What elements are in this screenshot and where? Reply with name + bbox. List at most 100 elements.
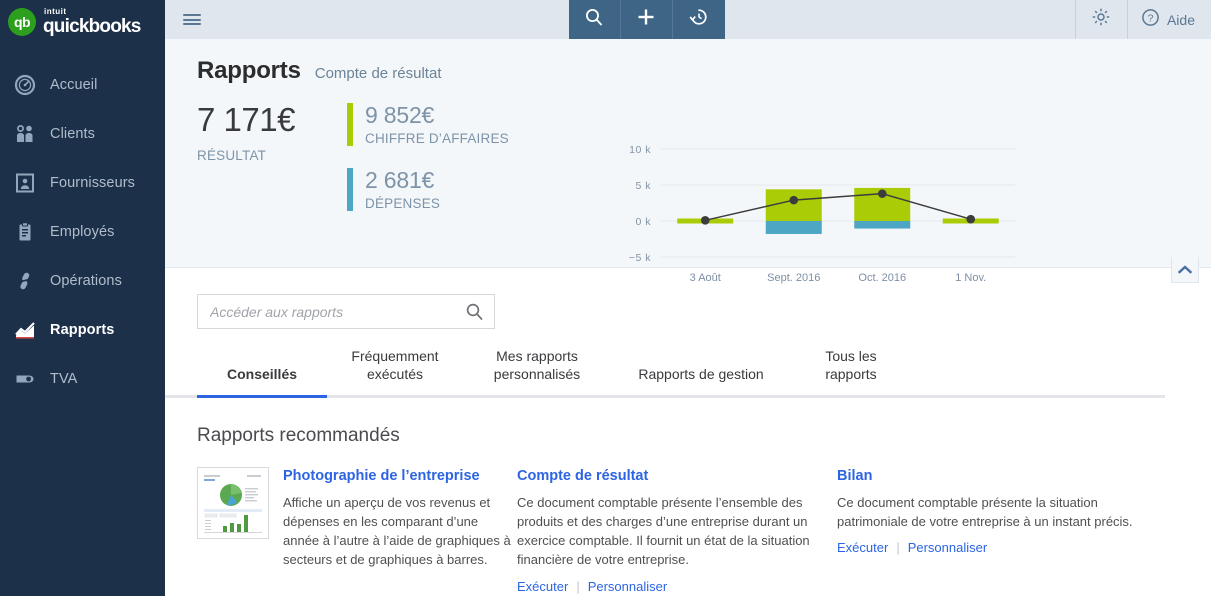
run-report-link[interactable]: Exécuter bbox=[837, 540, 888, 555]
sidebar-item-label: Clients bbox=[50, 125, 96, 142]
global-search-button[interactable] bbox=[568, 0, 621, 39]
sidebar-item-tva[interactable]: TVA bbox=[0, 354, 165, 403]
run-report-link[interactable]: Exécuter bbox=[517, 579, 568, 594]
search-icon[interactable] bbox=[465, 302, 484, 321]
intuit-wordmark: intuit bbox=[44, 7, 67, 16]
tab-rapports-de-gestion[interactable]: Rapports de gestion bbox=[611, 365, 791, 394]
sidebar-item-rapports[interactable]: Rapports bbox=[0, 305, 165, 354]
report-card-body: Compte de résultat Ce document comptable… bbox=[517, 467, 837, 594]
history-clock-icon bbox=[689, 7, 709, 32]
kpi-expenses: 2 681€ DÉPENSES bbox=[347, 168, 509, 212]
tab-mes-rapports-personnalises[interactable]: Mes rapports personnalisés bbox=[463, 347, 611, 395]
report-search-box[interactable] bbox=[197, 294, 495, 329]
link-chain-icon bbox=[14, 270, 36, 292]
report-card-bilan: Bilan Ce document comptable présente la … bbox=[837, 467, 1137, 594]
help-button[interactable]: ? Aide bbox=[1126, 0, 1211, 39]
tab-conseilles[interactable]: Conseillés bbox=[197, 365, 327, 399]
help-label: Aide bbox=[1166, 11, 1195, 28]
kpi-revenue-label: CHIFFRE D’AFFAIRES bbox=[365, 131, 509, 147]
topbar-spacer-right bbox=[725, 0, 1075, 39]
hamburger-icon[interactable] bbox=[165, 0, 219, 39]
report-card-body: Bilan Ce document comptable présente la … bbox=[837, 467, 1137, 594]
sidebar-item-label: Employés bbox=[50, 223, 115, 240]
recent-history-button[interactable] bbox=[672, 0, 725, 39]
sidebar-item-clients[interactable]: Clients bbox=[0, 109, 165, 158]
report-card-description: Ce document comptable présente l’ensembl… bbox=[517, 494, 810, 568]
kpi-expenses-value: 2 681€ bbox=[365, 167, 435, 194]
quickbooks-app: qb intuit quickbooks Accueil Clients Fou… bbox=[0, 0, 1211, 596]
topbar-right-group: ? Aide bbox=[1074, 0, 1211, 39]
svg-text:5 k: 5 k bbox=[635, 180, 651, 192]
report-subtitle-link[interactable]: Compte de résultat bbox=[315, 65, 442, 82]
sidebar-item-fournisseurs[interactable]: Fournisseurs bbox=[0, 158, 165, 207]
customize-report-link[interactable]: Personnaliser bbox=[908, 540, 988, 555]
kpi-net-result: 7 171€ RÉSULTAT bbox=[197, 103, 347, 211]
kpi-revenue-text: 9 852€ CHIFFRE D’AFFAIRES bbox=[365, 103, 509, 146]
sidebar-item-label: Fournisseurs bbox=[50, 174, 136, 191]
report-card-description: Affiche un aperçu de vos revenus et dépe… bbox=[283, 494, 511, 568]
search-input[interactable] bbox=[210, 303, 465, 320]
kpi-revenue-value: 9 852€ bbox=[365, 102, 435, 128]
report-card-title[interactable]: Compte de résultat bbox=[517, 467, 837, 486]
vendor-card-icon bbox=[14, 172, 36, 194]
create-new-button[interactable] bbox=[620, 0, 673, 39]
kpi-expenses-text: 2 681€ DÉPENSES bbox=[365, 168, 440, 211]
kpi-breakdown: 9 852€ CHIFFRE D’AFFAIRES 2 681€ DÉPENSE… bbox=[347, 103, 509, 212]
chevron-up-icon bbox=[1177, 261, 1193, 279]
topbar-action-buttons bbox=[568, 0, 725, 39]
svg-text:?: ? bbox=[1148, 12, 1154, 24]
sidebar-item-label: Opérations bbox=[50, 272, 122, 289]
chart-line-icon bbox=[14, 319, 36, 341]
receipt-tag-icon bbox=[14, 368, 36, 390]
kpi-revenue: 9 852€ CHIFFRE D’AFFAIRES bbox=[347, 103, 509, 147]
report-card-photographie: Photographie de l’entreprise Affiche un … bbox=[197, 466, 517, 594]
summary-panel: Rapports Compte de résultat 7 171€ RÉSUL… bbox=[165, 39, 1211, 284]
clipboard-icon bbox=[14, 221, 36, 243]
quickbooks-logo[interactable]: qb intuit quickbooks bbox=[0, 0, 165, 44]
settings-button[interactable] bbox=[1074, 0, 1127, 39]
report-card-description: Ce document comptable présente la situat… bbox=[837, 494, 1133, 530]
quickbooks-wordmark: quickbooks bbox=[43, 16, 141, 37]
kpi-net-label: RÉSULTAT bbox=[197, 148, 267, 163]
logo-wordmark: intuit quickbooks bbox=[43, 7, 141, 37]
expenses-accent-bar bbox=[347, 168, 353, 212]
people-icon bbox=[14, 123, 36, 145]
chart-canvas: 10 k5 k0 k−5 k3 Août Sept. 2016 Oct. 2016 1… bbox=[629, 144, 1015, 284]
svg-text:−5 k: −5 k bbox=[629, 252, 651, 264]
report-card-body: Photographie de l’entreprise Affiche un … bbox=[283, 467, 517, 594]
gear-icon bbox=[1091, 7, 1111, 32]
report-card-title[interactable]: Photographie de l’entreprise bbox=[283, 467, 517, 486]
revenue-accent-bar bbox=[347, 103, 353, 147]
sidebar-item-accueil[interactable]: Accueil bbox=[0, 60, 165, 109]
customize-report-link[interactable]: Personnaliser bbox=[588, 579, 668, 594]
recommended-cards: Photographie de l’entreprise Affiche un … bbox=[165, 466, 1211, 594]
plus-icon bbox=[636, 7, 656, 32]
sidebar-item-label: Rapports bbox=[50, 321, 115, 338]
svg-text:10 k: 10 k bbox=[629, 144, 651, 156]
kpi-expenses-label: DÉPENSES bbox=[365, 196, 441, 212]
topbar-spacer-left bbox=[219, 0, 569, 39]
tab-tous-les-rapports[interactable]: Tous les rapports bbox=[791, 347, 911, 395]
report-card-compte-de-resultat: Compte de résultat Ce document comptable… bbox=[517, 467, 837, 594]
recommended-heading: Rapports recommandés bbox=[197, 424, 400, 446]
report-tabs: Conseillés Fréquemment exécutés Mes rappo… bbox=[165, 347, 1165, 399]
top-bar: ? Aide bbox=[165, 0, 1211, 39]
report-thumbnail[interactable] bbox=[197, 466, 269, 539]
tab-frequemment-executes[interactable]: Fréquemment exécutés bbox=[327, 347, 463, 395]
sidebar-item-label: Accueil bbox=[50, 76, 98, 93]
collapse-summary-button[interactable] bbox=[1171, 257, 1199, 283]
question-circle-icon: ? bbox=[1141, 8, 1160, 32]
page-title: Rapports bbox=[197, 57, 301, 84]
sidebar-nav: Accueil Clients Fournisseurs Employés Op… bbox=[0, 60, 165, 403]
report-card-title[interactable]: Bilan bbox=[837, 467, 1137, 486]
gauge-icon bbox=[14, 74, 36, 96]
sidebar-item-label: TVA bbox=[50, 370, 78, 387]
sidebar-item-employes[interactable]: Employés bbox=[0, 207, 165, 256]
report-search-wrap bbox=[165, 268, 1211, 329]
qb-mark-icon: qb bbox=[8, 8, 36, 36]
search-icon bbox=[584, 7, 604, 32]
sidebar-item-operations[interactable]: Opérations bbox=[0, 256, 165, 305]
svg-text:0 k: 0 k bbox=[635, 216, 651, 228]
profit-loss-chart: 10 k5 k0 k −5 k3 Août Sept. 2016 Oct. 2016 1… bbox=[605, 139, 1025, 289]
link-separator: | bbox=[576, 578, 580, 594]
